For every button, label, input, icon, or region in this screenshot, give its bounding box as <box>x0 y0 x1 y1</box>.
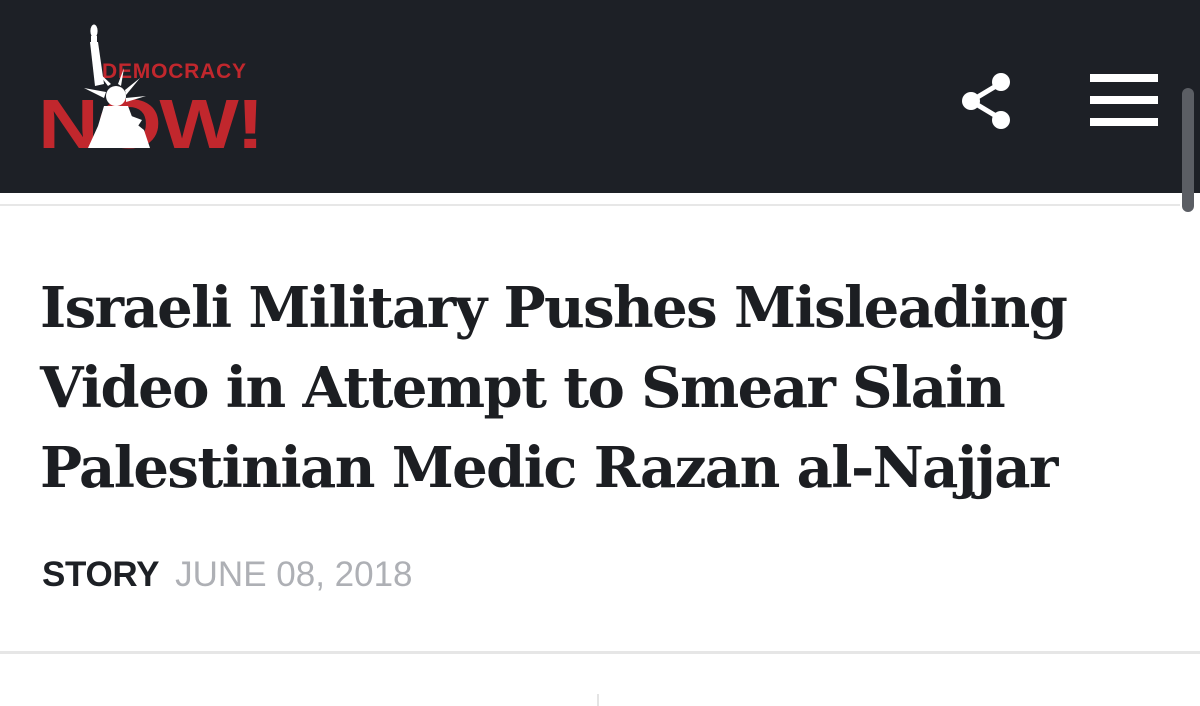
article-headline: Israeli Military Pushes Misleading Video… <box>40 275 1068 501</box>
article-meta: STORY JUNE 08, 2018 <box>42 552 413 598</box>
menu-button[interactable] <box>1088 72 1160 128</box>
svg-text:NOW!: NOW! <box>38 85 262 152</box>
column-divider <box>597 694 599 706</box>
share-button[interactable] <box>958 70 1020 132</box>
divider <box>0 651 1200 654</box>
divider <box>0 204 1180 206</box>
share-icon <box>962 73 1010 129</box>
democracy-now-logo[interactable]: DEMOCRACY NOW! <box>38 22 270 152</box>
article-category[interactable]: STORY <box>42 555 159 594</box>
scrollbar[interactable] <box>1182 88 1194 212</box>
article-date: JUNE 08, 2018 <box>175 555 413 594</box>
site-header: DEMOCRACY NOW! <box>0 0 1200 193</box>
page: DEMOCRACY NOW! Israeli Military Pushes M… <box>0 0 1200 706</box>
svg-text:DEMOCRACY: DEMOCRACY <box>102 60 247 83</box>
